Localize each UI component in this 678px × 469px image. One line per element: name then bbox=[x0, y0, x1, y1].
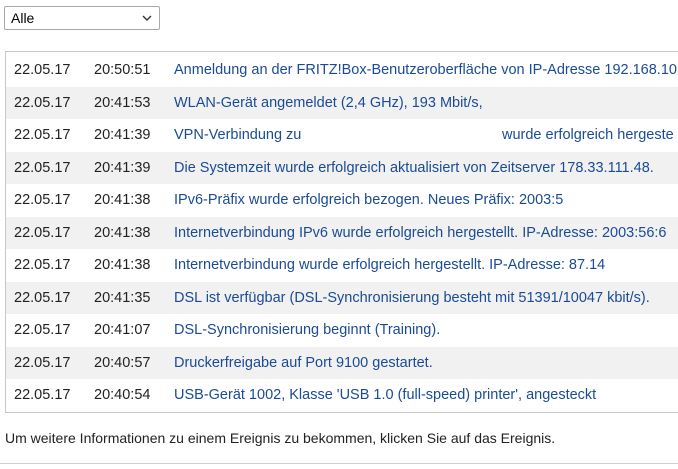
event-message[interactable]: Internetverbindung wurde erfolgreich her… bbox=[174, 257, 605, 273]
event-time: 20:41:35 bbox=[94, 289, 151, 306]
event-date: 22.05.17 bbox=[14, 289, 71, 306]
event-message[interactable]: Druckerfreigabe auf Port 9100 gestartet. bbox=[174, 355, 433, 371]
event-date: 22.05.17 bbox=[14, 322, 71, 339]
event-row[interactable]: 22.05.17 20:40:54 USB-Gerät 1002, Klasse… bbox=[6, 379, 678, 412]
divider bbox=[0, 463, 678, 464]
event-row[interactable]: 22.05.17 20:41:35 DSL ist verfügbar (DSL… bbox=[6, 281, 678, 314]
event-date: 22.05.17 bbox=[14, 127, 71, 144]
event-message[interactable]: Internetverbindung IPv6 wurde erfolgreic… bbox=[174, 225, 666, 241]
event-time: 20:41:38 bbox=[94, 192, 151, 209]
event-row[interactable]: 22.05.17 20:41:53 WLAN-Gerät angemeldet … bbox=[6, 86, 678, 119]
event-date: 22.05.17 bbox=[14, 192, 71, 209]
event-message[interactable]: DSL-Synchronisierung beginnt (Training). bbox=[174, 322, 440, 338]
event-log-page: Alle 22.05.17 20:50:51 Anmeldung an der … bbox=[0, 0, 678, 469]
event-list: 22.05.17 20:50:51 Anmeldung an der FRITZ… bbox=[5, 51, 678, 413]
event-message-tail[interactable]: wurde erfolgreich hergeste bbox=[502, 127, 674, 143]
event-row[interactable]: 22.05.17 20:41:38 IPv6-Präfix wurde erfo… bbox=[6, 184, 678, 217]
event-hint-text: Um weitere Informationen zu einem Ereign… bbox=[5, 430, 556, 446]
event-message[interactable]: VPN-Verbindung zu bbox=[174, 127, 301, 143]
event-time: 20:40:54 bbox=[94, 387, 151, 404]
event-date: 22.05.17 bbox=[14, 159, 71, 176]
event-filter-value: Alle bbox=[11, 10, 35, 26]
event-message[interactable]: Die Systemzeit wurde erfolgreich aktuali… bbox=[174, 160, 654, 176]
event-row[interactable]: 22.05.17 20:41:38 Internetverbindung wur… bbox=[6, 249, 678, 282]
event-row[interactable]: 22.05.17 20:41:39 VPN-Verbindung zu wurd… bbox=[6, 119, 678, 152]
event-time: 20:41:07 bbox=[94, 322, 151, 339]
event-date: 22.05.17 bbox=[14, 94, 71, 111]
event-message[interactable]: DSL ist verfügbar (DSL-Synchronisierung … bbox=[174, 290, 650, 306]
event-time: 20:41:53 bbox=[94, 94, 151, 111]
event-row[interactable]: 22.05.17 20:41:39 Die Systemzeit wurde e… bbox=[6, 151, 678, 184]
event-date: 22.05.17 bbox=[14, 224, 71, 241]
event-row[interactable]: 22.05.17 20:41:38 Internetverbindung IPv… bbox=[6, 216, 678, 249]
event-date: 22.05.17 bbox=[14, 257, 71, 274]
event-time: 20:41:39 bbox=[94, 127, 151, 144]
event-date: 22.05.17 bbox=[14, 354, 71, 371]
event-message[interactable]: IPv6-Präfix wurde erfolgreich bezogen. N… bbox=[174, 192, 563, 208]
event-message[interactable]: WLAN-Gerät angemeldet (2,4 GHz), 193 Mbi… bbox=[174, 95, 483, 111]
event-row[interactable]: 22.05.17 20:41:07 DSL-Synchronisierung b… bbox=[6, 314, 678, 347]
event-filter-select[interactable]: Alle bbox=[4, 6, 160, 30]
chevron-down-icon bbox=[142, 15, 152, 21]
event-message[interactable]: USB-Gerät 1002, Klasse 'USB 1.0 (full-sp… bbox=[174, 387, 596, 403]
event-time: 20:50:51 bbox=[94, 62, 151, 79]
event-time: 20:41:38 bbox=[94, 257, 151, 274]
event-date: 22.05.17 bbox=[14, 387, 71, 404]
event-time: 20:40:57 bbox=[94, 354, 151, 371]
event-row[interactable]: 22.05.17 20:40:57 Druckerfreigabe auf Po… bbox=[6, 346, 678, 379]
event-row[interactable]: 22.05.17 20:50:51 Anmeldung an der FRITZ… bbox=[6, 54, 678, 87]
event-date: 22.05.17 bbox=[14, 62, 71, 79]
event-message[interactable]: Anmeldung an der FRITZ!Box-Benutzeroberf… bbox=[174, 62, 677, 78]
event-time: 20:41:39 bbox=[94, 159, 151, 176]
event-time: 20:41:38 bbox=[94, 224, 151, 241]
